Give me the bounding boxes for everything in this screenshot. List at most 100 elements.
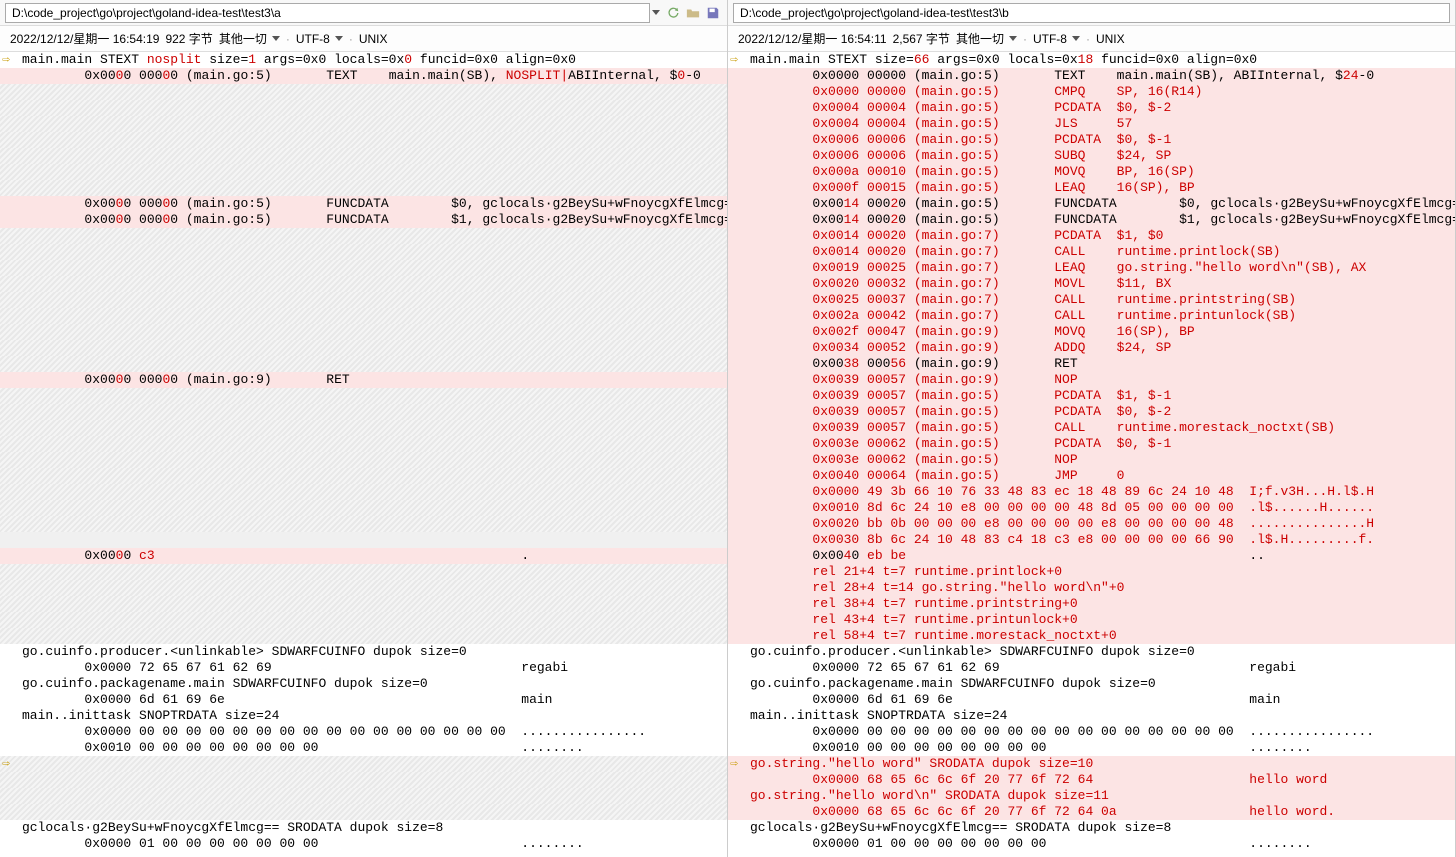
code-line[interactable]: 0x0006 00006 (main.go:5) SUBQ $24, SP	[728, 148, 1455, 164]
code-line[interactable]: main..inittask SNOPTRDATA size=24	[0, 708, 727, 724]
code-line[interactable]: 0x003e 00062 (main.go:5) NOP	[728, 452, 1455, 468]
code-line[interactable]: 0x0039 00057 (main.go:5) CALL runtime.mo…	[728, 420, 1455, 436]
code-line[interactable]: 0x0000 49 3b 66 10 76 33 48 83 ec 18 48 …	[728, 484, 1455, 500]
code-line[interactable]	[0, 772, 727, 788]
code-line[interactable]: 0x0000 00 00 00 00 00 00 00 00 00 00 00 …	[728, 724, 1455, 740]
code-line[interactable]	[0, 292, 727, 308]
left-encoding[interactable]: UTF-8	[296, 32, 343, 46]
code-line[interactable]	[0, 452, 727, 468]
code-line[interactable]	[0, 260, 727, 276]
code-line[interactable]: 0x0038 00056 (main.go:9) RET	[728, 356, 1455, 372]
code-line[interactable]: go.cuinfo.producer.<unlinkable> SDWARFCU…	[728, 644, 1455, 660]
code-line[interactable]: 0x0000 00000 (main.go:5) TEXT main.main(…	[0, 68, 727, 84]
code-line[interactable]: 0x0040 eb be ..	[728, 548, 1455, 564]
code-line[interactable]: 0x0020 bb 0b 00 00 00 e8 00 00 00 00 e8 …	[728, 516, 1455, 532]
right-content[interactable]: ⇨main.main STEXT size=66 args=0x0 locals…	[728, 52, 1455, 857]
open-folder-icon[interactable]	[684, 4, 702, 22]
right-other[interactable]: 其他一切	[956, 30, 1017, 47]
code-line[interactable]: 0x0000 68 65 6c 6c 6f 20 77 6f 72 64 0a …	[728, 804, 1455, 820]
code-line[interactable]: 0x0000 68 65 6c 6c 6f 20 77 6f 72 64 hel…	[728, 772, 1455, 788]
code-line[interactable]	[0, 100, 727, 116]
code-line[interactable]: 0x0014 00020 (main.go:7) CALL runtime.pr…	[728, 244, 1455, 260]
code-line[interactable]	[0, 420, 727, 436]
code-line[interactable]: rel 38+4 t=7 runtime.printstring+0	[728, 596, 1455, 612]
left-content[interactable]: ⇨main.main STEXT nosplit size=1 args=0x0…	[0, 52, 727, 857]
code-line[interactable]: 0x0040 00064 (main.go:5) JMP 0	[728, 468, 1455, 484]
right-encoding[interactable]: UTF-8	[1033, 32, 1080, 46]
code-line[interactable]: 0x0000 6d 61 69 6e main	[0, 692, 727, 708]
code-line[interactable]	[0, 580, 727, 596]
code-line[interactable]: rel 43+4 t=7 runtime.printunlock+0	[728, 612, 1455, 628]
code-line[interactable]	[0, 180, 727, 196]
code-line[interactable]: 0x0000 01 00 00 00 00 00 00 00 ........	[0, 836, 727, 852]
right-eol[interactable]: UNIX	[1096, 32, 1125, 46]
code-line[interactable]: gclocals·g2BeySu+wFnoycgXfElmcg== SRODAT…	[728, 820, 1455, 836]
code-line[interactable]	[0, 148, 727, 164]
code-line[interactable]: 0x0019 00025 (main.go:7) LEAQ go.string.…	[728, 260, 1455, 276]
code-line[interactable]: 0x0000 00 00 00 00 00 00 00 00 00 00 00 …	[0, 724, 727, 740]
code-line[interactable]: go.cuinfo.producer.<unlinkable> SDWARFCU…	[0, 644, 727, 660]
code-line[interactable]	[0, 388, 727, 404]
code-line[interactable]	[0, 596, 727, 612]
code-line[interactable]: 0x0014 00020 (main.go:5) FUNCDATA $1, gc…	[728, 212, 1455, 228]
code-line[interactable]: 0x0030 8b 6c 24 10 48 83 c4 18 c3 e8 00 …	[728, 532, 1455, 548]
code-line[interactable]: ⇨main.main STEXT size=66 args=0x0 locals…	[728, 52, 1455, 68]
code-line[interactable]	[0, 516, 727, 532]
code-line[interactable]: 0x002a 00042 (main.go:7) CALL runtime.pr…	[728, 308, 1455, 324]
left-eol[interactable]: UNIX	[359, 32, 388, 46]
code-line[interactable]	[0, 564, 727, 580]
save-icon[interactable]	[704, 4, 722, 22]
code-line[interactable]	[0, 164, 727, 180]
code-line[interactable]: 0x0020 00032 (main.go:7) MOVL $11, BX	[728, 276, 1455, 292]
code-line[interactable]: 0x0025 00037 (main.go:7) CALL runtime.pr…	[728, 292, 1455, 308]
code-line[interactable]: 0x000a 00010 (main.go:5) MOVQ BP, 16(SP)	[728, 164, 1455, 180]
code-line[interactable]: 0x0000 00000 (main.go:5) CMPQ SP, 16(R14…	[728, 84, 1455, 100]
code-line[interactable]	[0, 84, 727, 100]
code-line[interactable]: 0x0004 00004 (main.go:5) PCDATA $0, $-2	[728, 100, 1455, 116]
code-line[interactable]: rel 28+4 t=14 go.string."hello word\n"+0	[728, 580, 1455, 596]
code-line[interactable]: 0x0039 00057 (main.go:5) PCDATA $1, $-1	[728, 388, 1455, 404]
code-line[interactable]: 0x0000 01 00 00 00 00 00 00 00 ........	[728, 836, 1455, 852]
left-path-input[interactable]	[5, 3, 650, 23]
code-line[interactable]: 0x0004 00004 (main.go:5) JLS 57	[728, 116, 1455, 132]
code-line[interactable]: 0x0010 00 00 00 00 00 00 00 00 ........	[0, 740, 727, 756]
code-line[interactable]	[0, 532, 727, 548]
code-line[interactable]	[0, 276, 727, 292]
code-line[interactable]	[0, 612, 727, 628]
code-line[interactable]: go.cuinfo.packagename.main SDWARFCUINFO …	[0, 676, 727, 692]
code-line[interactable]: 0x0000 6d 61 69 6e main	[728, 692, 1455, 708]
code-line[interactable]: go.string."hello word\n" SRODATA dupok s…	[728, 788, 1455, 804]
code-line[interactable]	[0, 500, 727, 516]
code-line[interactable]	[0, 628, 727, 644]
code-line[interactable]: rel 21+4 t=7 runtime.printlock+0	[728, 564, 1455, 580]
code-line[interactable]: 0x0014 00020 (main.go:7) PCDATA $1, $0	[728, 228, 1455, 244]
code-line[interactable]: 0x0000 72 65 67 61 62 69 regabi	[728, 660, 1455, 676]
code-line[interactable]	[0, 436, 727, 452]
code-line[interactable]: rel 58+4 t=7 runtime.morestack_noctxt+0	[728, 628, 1455, 644]
code-line[interactable]: ⇨main.main STEXT nosplit size=1 args=0x0…	[0, 52, 727, 68]
code-line[interactable]: 0x0006 00006 (main.go:5) PCDATA $0, $-1	[728, 132, 1455, 148]
code-line[interactable]: 0x0039 00057 (main.go:9) NOP	[728, 372, 1455, 388]
code-line[interactable]: ⇨go.string."hello word" SRODATA dupok si…	[728, 756, 1455, 772]
code-line[interactable]	[0, 356, 727, 372]
code-line[interactable]: 0x0000 72 65 67 61 62 69 regabi	[0, 660, 727, 676]
code-line[interactable]	[0, 788, 727, 804]
code-line[interactable]	[0, 324, 727, 340]
code-line[interactable]	[0, 404, 727, 420]
code-line[interactable]	[0, 308, 727, 324]
code-line[interactable]: 0x0000 00000 (main.go:5) FUNCDATA $1, gc…	[0, 212, 727, 228]
code-line[interactable]: 0x002f 00047 (main.go:9) MOVQ 16(SP), BP	[728, 324, 1455, 340]
code-line[interactable]: 0x0014 00020 (main.go:5) FUNCDATA $0, gc…	[728, 196, 1455, 212]
right-path-input[interactable]	[733, 3, 1450, 23]
code-line[interactable]	[0, 116, 727, 132]
code-line[interactable]: ⇨	[0, 756, 727, 772]
code-line[interactable]: 0x003e 00062 (main.go:5) PCDATA $0, $-1	[728, 436, 1455, 452]
code-line[interactable]: main..inittask SNOPTRDATA size=24	[728, 708, 1455, 724]
code-line[interactable]	[0, 340, 727, 356]
code-line[interactable]: 0x000f 00015 (main.go:5) LEAQ 16(SP), BP	[728, 180, 1455, 196]
code-line[interactable]: 0x0000 00000 (main.go:5) FUNCDATA $0, gc…	[0, 196, 727, 212]
code-line[interactable]	[0, 804, 727, 820]
code-line[interactable]: 0x0000 00000 (main.go:9) RET	[0, 372, 727, 388]
code-line[interactable]: 0x0034 00052 (main.go:9) ADDQ $24, SP	[728, 340, 1455, 356]
code-line[interactable]: go.cuinfo.packagename.main SDWARFCUINFO …	[728, 676, 1455, 692]
